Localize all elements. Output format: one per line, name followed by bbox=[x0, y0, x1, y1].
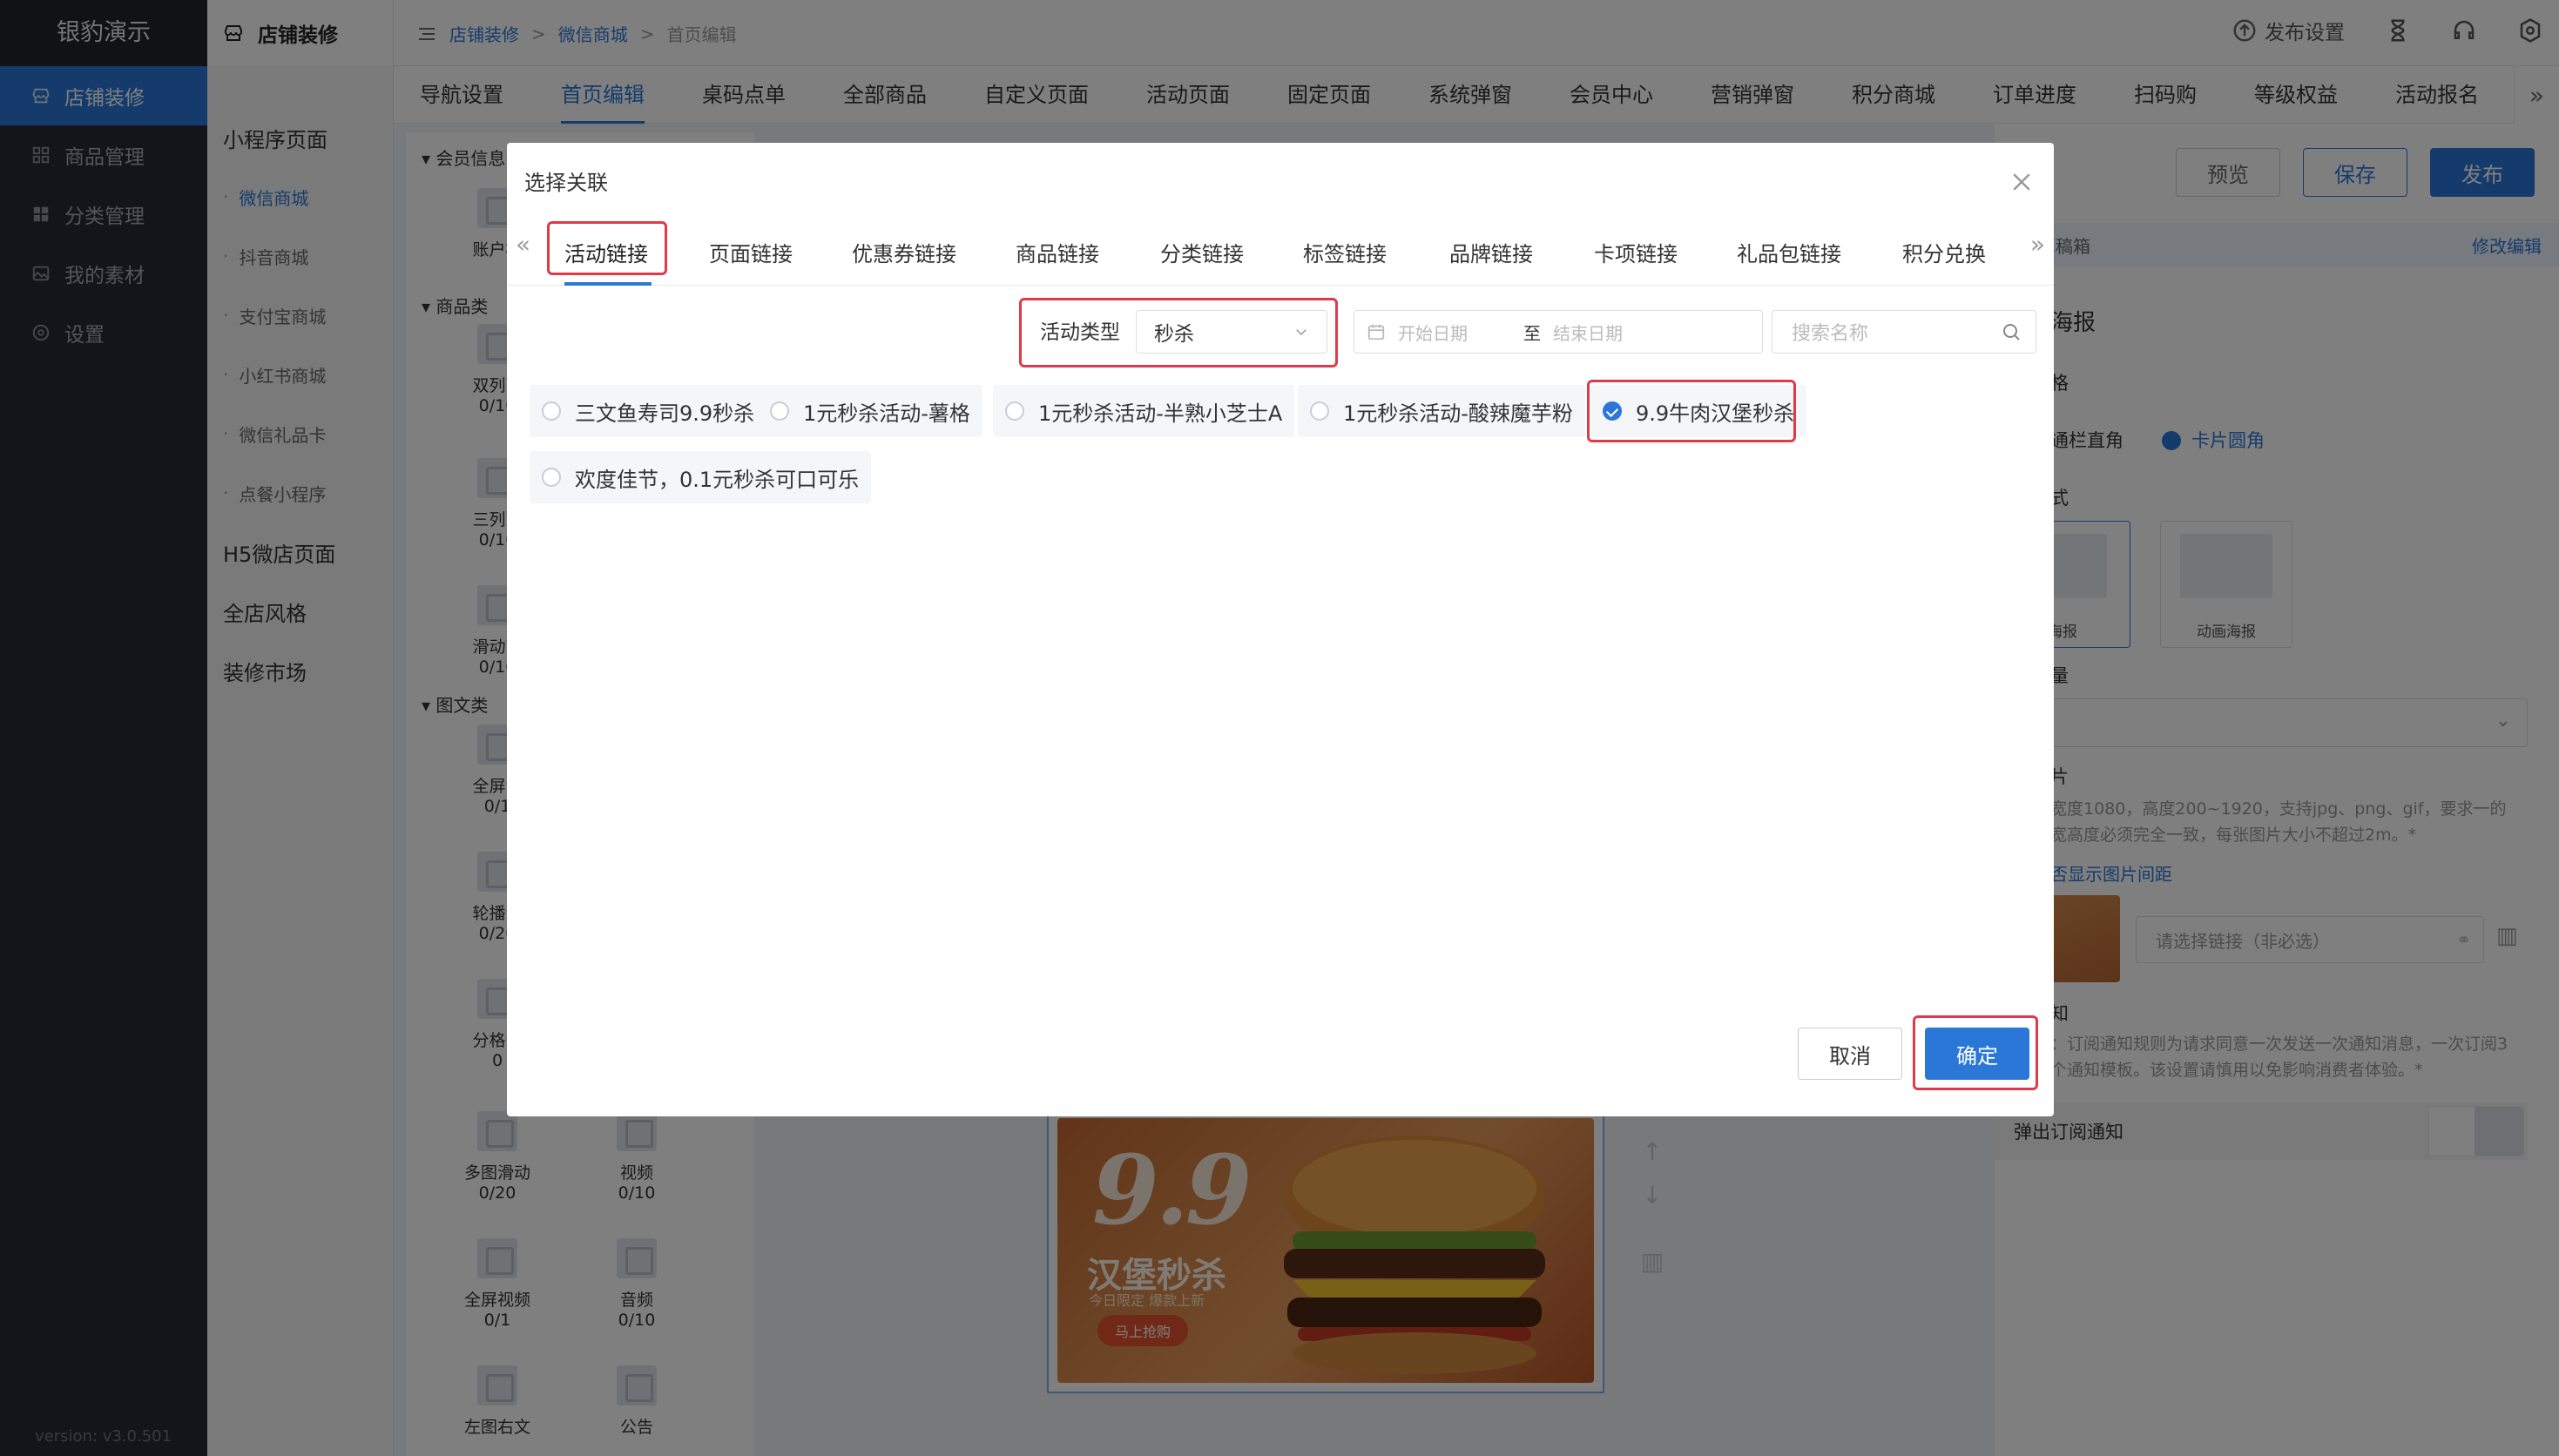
activity-option[interactable]: 欢度佳节，0.1元秒杀可口可乐 bbox=[530, 451, 872, 503]
radio-icon bbox=[542, 401, 561, 421]
tab-card-link[interactable]: 卡项链接 bbox=[1594, 211, 1678, 286]
tab-tag-link[interactable]: 标签链接 bbox=[1303, 211, 1387, 286]
search-placeholder: 搜索名称 bbox=[1792, 323, 1869, 345]
option-label: 三文鱼寿司9.9秒杀 bbox=[575, 401, 755, 426]
radio-icon bbox=[1005, 401, 1024, 421]
option-label: 欢度佳节，0.1元秒杀可口可乐 bbox=[575, 467, 860, 492]
active-tab-underline bbox=[564, 282, 652, 286]
calendar-icon bbox=[1367, 324, 1385, 340]
start-date-placeholder: 开始日期 bbox=[1398, 322, 1468, 344]
dialog-title: 选择关联 bbox=[524, 171, 608, 195]
tab-product-link[interactable]: 商品链接 bbox=[1016, 211, 1099, 286]
tab-page-link[interactable]: 页面链接 bbox=[709, 211, 793, 286]
tab-category-link[interactable]: 分类链接 bbox=[1160, 211, 1244, 286]
activity-option[interactable]: 1元秒杀活动-薯格 bbox=[758, 385, 982, 437]
highlight-box bbox=[1913, 1015, 2038, 1090]
end-date-placeholder: 结束日期 bbox=[1553, 322, 1623, 344]
option-label: 1元秒杀活动-薯格 bbox=[803, 401, 970, 426]
tabs-scroll-left[interactable]: « bbox=[516, 230, 530, 259]
date-range-picker[interactable]: 开始日期 至 结束日期 bbox=[1354, 310, 1763, 354]
activity-option[interactable]: 1元秒杀活动-半熟小芝士A bbox=[993, 385, 1295, 437]
radio-icon bbox=[770, 401, 789, 421]
tab-points-exchange[interactable]: 积分兑换 bbox=[1902, 211, 1986, 286]
close-icon[interactable] bbox=[2009, 169, 2035, 195]
radio-icon bbox=[542, 468, 561, 487]
date-range-separator: 至 bbox=[1523, 322, 1541, 344]
radio-icon bbox=[1310, 401, 1329, 421]
link-type-tabs: « 活动链接 页面链接 优惠券链接 商品链接 分类链接 标签链接 品牌链接 卡项… bbox=[507, 211, 2054, 286]
tabs-scroll-right[interactable]: » bbox=[2030, 230, 2045, 259]
activity-option[interactable]: 1元秒杀活动-酸辣魔芋粉 bbox=[1298, 385, 1585, 437]
tab-coupon-link[interactable]: 优惠券链接 bbox=[852, 211, 956, 286]
search-icon[interactable] bbox=[2001, 321, 2022, 342]
select-link-dialog: 选择关联 « 活动链接 页面链接 优惠券链接 商品链接 分类链接 标签链接 品牌… bbox=[507, 143, 2054, 1116]
option-label: 1元秒杀活动-半熟小芝士A bbox=[1038, 401, 1283, 426]
highlight-box bbox=[1587, 380, 1796, 442]
search-input[interactable]: 搜索名称 bbox=[1772, 310, 2036, 354]
option-label: 1元秒杀活动-酸辣魔芋粉 bbox=[1343, 401, 1573, 426]
cancel-button[interactable]: 取消 bbox=[1798, 1028, 1902, 1080]
activity-option[interactable]: 三文鱼寿司9.9秒杀 bbox=[530, 385, 767, 437]
highlight-box bbox=[547, 221, 667, 275]
tab-giftpack-link[interactable]: 礼品包链接 bbox=[1737, 211, 1841, 286]
tab-brand-link[interactable]: 品牌链接 bbox=[1449, 211, 1533, 286]
highlight-box bbox=[1019, 298, 1338, 367]
